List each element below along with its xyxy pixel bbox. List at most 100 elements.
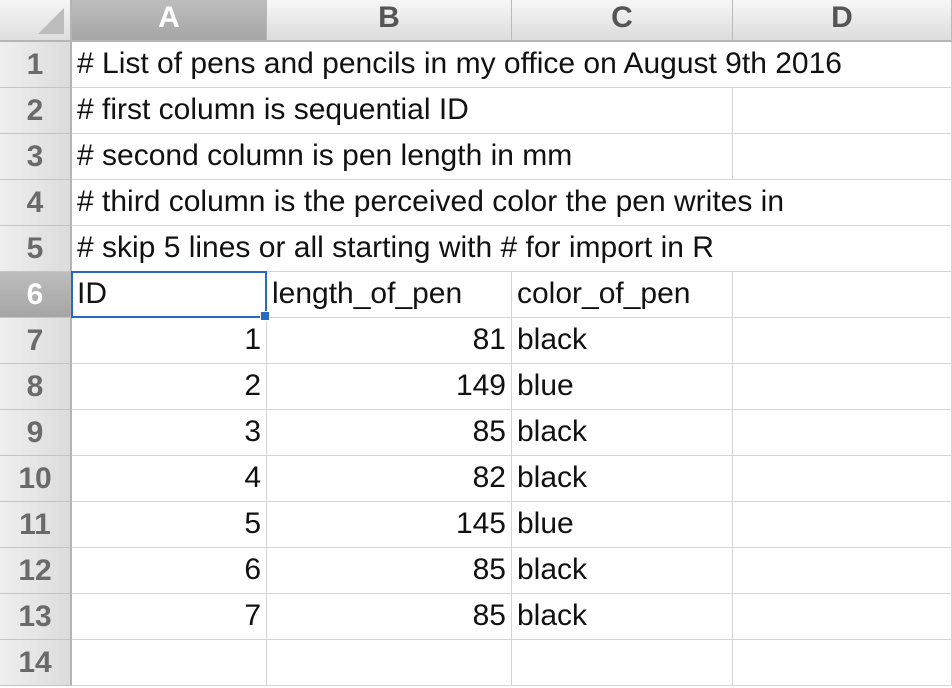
select-all-corner[interactable] [0, 0, 72, 42]
cell-d13[interactable] [733, 594, 952, 640]
cell-b10[interactable]: 82 [267, 456, 512, 502]
column-header-c[interactable]: C [512, 0, 733, 42]
cell-a2[interactable]: # first column is sequential ID [72, 88, 469, 134]
cell-a4[interactable]: # third column is the perceived color th… [72, 180, 784, 226]
cell-d10[interactable] [733, 456, 952, 502]
cell-text: ID [77, 276, 107, 310]
cell-b7[interactable]: 81 [267, 318, 512, 364]
cell-text: black [517, 414, 588, 448]
cell-text: 5 [244, 506, 261, 540]
cell-d11[interactable] [733, 502, 952, 548]
cell-a13[interactable]: 7 [72, 594, 267, 640]
sheet-row-5: 5 # skip 5 lines or all starting with # … [0, 226, 952, 272]
cell-a11[interactable]: 5 [72, 502, 267, 548]
cell-d2[interactable] [733, 88, 952, 134]
cell-d3[interactable] [733, 134, 952, 180]
cell-text: color_of_pen [517, 276, 691, 310]
sheet-row-12: 12 6 85 black [0, 548, 952, 594]
cell-c6[interactable]: color_of_pen [512, 272, 733, 318]
row-header-10[interactable]: 10 [0, 456, 72, 502]
sheet-row-4: 4 # third column is the perceived color … [0, 180, 952, 226]
row-header-4[interactable]: 4 [0, 180, 72, 226]
row-header-6[interactable]: 6 [0, 272, 72, 318]
sheet-row-6: 6 ID length_of_pen color_of_pen [0, 272, 952, 318]
row-header-3[interactable]: 3 [0, 134, 72, 180]
sheet-row-1: 1 # List of pens and pencils in my offic… [0, 42, 952, 88]
cell-c10[interactable]: black [512, 456, 733, 502]
column-header-d[interactable]: D [733, 0, 952, 42]
row-header-9[interactable]: 9 [0, 410, 72, 456]
cell-c14[interactable] [512, 640, 733, 686]
cell-c11[interactable]: blue [512, 502, 733, 548]
cell-d14[interactable] [733, 640, 952, 686]
cell-b12[interactable]: 85 [267, 548, 512, 594]
cell-a6[interactable]: ID [72, 272, 267, 318]
cell-a14[interactable] [72, 640, 267, 686]
row-header-8[interactable]: 8 [0, 364, 72, 410]
cell-text: 6 [244, 552, 261, 586]
cell-b6[interactable]: length_of_pen [267, 272, 512, 318]
cell-b11[interactable]: 145 [267, 502, 512, 548]
cell-text: 85 [472, 552, 506, 586]
row-header-5[interactable]: 5 [0, 226, 72, 272]
column-header-label: B [378, 1, 400, 34]
sheet-row-7: 7 1 81 black [0, 318, 952, 364]
row-header-14[interactable]: 14 [0, 640, 72, 686]
cell-c12[interactable]: black [512, 548, 733, 594]
cell-text: black [517, 598, 588, 632]
sheet-row-14: 14 [0, 640, 952, 686]
column-header-bar: A B C D [0, 0, 952, 42]
column-header-label: D [831, 1, 853, 34]
cell-d7[interactable] [733, 318, 952, 364]
cell-b9[interactable]: 85 [267, 410, 512, 456]
cell-text: # List of pens and pencils in my office … [77, 46, 842, 80]
row-header-7[interactable]: 7 [0, 318, 72, 364]
cell-d8[interactable] [733, 364, 952, 410]
cell-text: black [517, 552, 588, 586]
cell-a12[interactable]: 6 [72, 548, 267, 594]
sheet-row-9: 9 3 85 black [0, 410, 952, 456]
cell-a10[interactable]: 4 [72, 456, 267, 502]
cell-d9[interactable] [733, 410, 952, 456]
cell-b14[interactable] [267, 640, 512, 686]
cell-b8[interactable]: 149 [267, 364, 512, 410]
cell-text: 7 [244, 598, 261, 632]
row-header-11[interactable]: 11 [0, 502, 72, 548]
row-header-2[interactable]: 2 [0, 88, 72, 134]
cell-text: blue [517, 506, 574, 540]
cell-text: 81 [472, 322, 506, 356]
row-header-12[interactable]: 12 [0, 548, 72, 594]
cell-b13[interactable]: 85 [267, 594, 512, 640]
cell-d6[interactable] [733, 272, 952, 318]
column-header-b[interactable]: B [267, 0, 512, 42]
sheet-row-11: 11 5 145 blue [0, 502, 952, 548]
column-header-a[interactable]: A [72, 0, 267, 42]
cell-text: # first column is sequential ID [77, 92, 469, 126]
cell-a5[interactable]: # skip 5 lines or all starting with # fo… [72, 226, 714, 272]
cell-c13[interactable]: black [512, 594, 733, 640]
cell-a3[interactable]: # second column is pen length in mm [72, 134, 572, 180]
cell-a8[interactable]: 2 [72, 364, 267, 410]
sheet-row-10: 10 4 82 black [0, 456, 952, 502]
cell-d5[interactable] [733, 226, 952, 272]
cell-a7[interactable]: 1 [72, 318, 267, 364]
row-header-13[interactable]: 13 [0, 594, 72, 640]
spreadsheet-grid[interactable]: A B C D 1 # List of pens and pencils in … [0, 0, 952, 688]
cell-text: black [517, 460, 588, 494]
column-header-label: A [158, 1, 180, 34]
cell-c8[interactable]: blue [512, 364, 733, 410]
row-header-1[interactable]: 1 [0, 42, 72, 88]
cell-c9[interactable]: black [512, 410, 733, 456]
cell-d12[interactable] [733, 548, 952, 594]
sheet-row-3: 3 # second column is pen length in mm [0, 134, 952, 180]
cell-a1[interactable]: # List of pens and pencils in my office … [72, 42, 842, 88]
column-header-label: C [611, 1, 633, 34]
cell-text: # second column is pen length in mm [77, 138, 573, 172]
cell-text: 1 [244, 322, 261, 356]
cell-text: blue [517, 368, 574, 402]
cell-c2[interactable] [512, 88, 733, 134]
cell-c7[interactable]: black [512, 318, 733, 364]
sheet-row-2: 2 # first column is sequential ID [0, 88, 952, 134]
cell-text: black [517, 322, 588, 356]
cell-a9[interactable]: 3 [72, 410, 267, 456]
